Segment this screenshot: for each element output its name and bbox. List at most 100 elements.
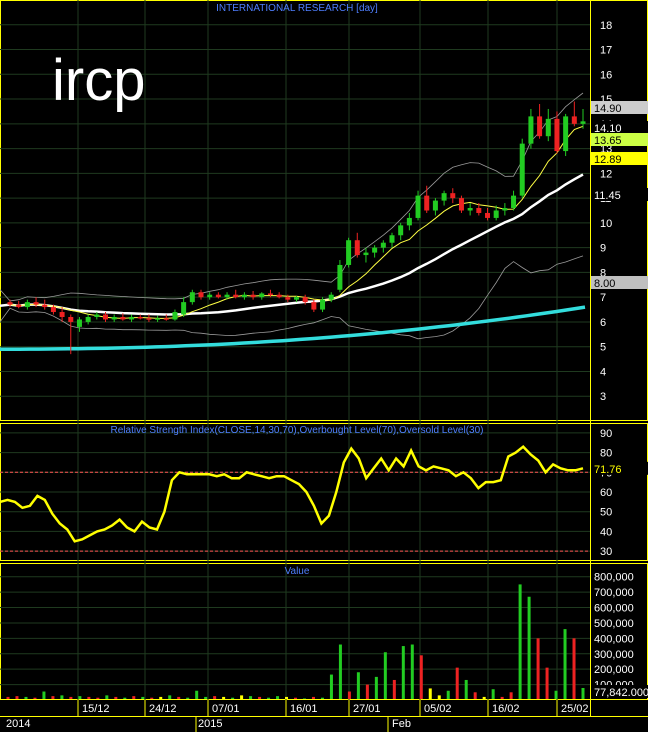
candle-body <box>424 195 430 211</box>
candle-body <box>415 195 421 218</box>
price-last-label: 14.90 <box>594 103 622 115</box>
value-bar <box>392 679 396 699</box>
value-tick-label: 600,000 <box>594 603 634 615</box>
candle-body <box>285 297 291 300</box>
candle-body <box>163 318 169 320</box>
value-bar <box>491 689 495 699</box>
value-bar <box>401 646 405 699</box>
value-bar <box>6 696 10 699</box>
value-bar <box>527 596 531 699</box>
price-last-label: 8.00 <box>594 278 615 290</box>
value-y-axis: 100,000200,000300,000400,000500,000600,0… <box>594 572 634 692</box>
rsi-tick-label: 80 <box>600 448 612 460</box>
price-tick-label: 16 <box>600 69 612 81</box>
value-bar <box>276 696 280 699</box>
candle-body <box>380 242 386 248</box>
candle-body <box>450 193 456 199</box>
value-bar <box>195 690 199 699</box>
value-bar <box>249 696 253 699</box>
candle-body <box>137 316 143 319</box>
candle-body <box>580 121 586 124</box>
value-bar <box>554 690 558 699</box>
rsi-series-line <box>0 445 584 543</box>
candle-body <box>458 198 464 211</box>
candle-body <box>485 212 490 218</box>
candle-body <box>545 118 551 137</box>
value-last-label-text: 77,842.000 <box>594 687 648 699</box>
candle-body <box>320 299 326 310</box>
value-bar <box>482 696 486 699</box>
candle-body <box>519 143 525 196</box>
candle-body <box>259 293 265 298</box>
candle-body <box>571 116 577 124</box>
rsi-y-axis: 30405060708090 <box>600 428 612 558</box>
value-last-label: 77,842.000 <box>591 685 648 699</box>
panel-border <box>0 563 648 700</box>
price-tick-label: 18 <box>600 20 612 32</box>
value-bars <box>6 584 585 699</box>
candle-body <box>302 297 308 303</box>
price-tick-label: 17 <box>600 45 612 57</box>
candle-body <box>103 314 108 320</box>
candle-body <box>537 116 543 137</box>
value-bar <box>267 697 271 699</box>
candle-body <box>467 208 473 211</box>
value-bar <box>42 691 46 699</box>
candle-body <box>432 200 438 211</box>
candle-body <box>476 208 482 213</box>
value-tick-label: 300,000 <box>594 649 634 661</box>
rsi-tick-label: 40 <box>600 526 612 538</box>
value-bar <box>177 696 181 699</box>
candle-body <box>215 294 221 298</box>
candle-body <box>59 312 65 317</box>
value-bar <box>572 638 576 699</box>
candle-body <box>372 247 378 253</box>
rsi-tick-label: 90 <box>600 428 612 440</box>
value-bar <box>500 696 504 699</box>
candle-body <box>554 118 560 152</box>
value-bar <box>302 698 306 699</box>
value-bar <box>545 667 549 699</box>
candlesticks <box>7 101 586 355</box>
value-bar <box>581 687 585 699</box>
value-bar <box>311 696 315 699</box>
candle-body <box>233 294 239 298</box>
value-bar <box>105 695 109 699</box>
value-bar <box>204 696 208 699</box>
value-bar <box>96 697 100 699</box>
x-date-label: 24/12 <box>149 703 177 715</box>
candle-body <box>129 316 135 320</box>
value-bar <box>347 691 351 699</box>
candle-body <box>155 318 161 320</box>
candle-body <box>311 302 317 310</box>
value-tick-label: 400,000 <box>594 633 634 645</box>
value-bar <box>419 655 423 699</box>
price-tick-label: 10 <box>600 218 612 230</box>
candle-body <box>50 307 56 313</box>
candle-body <box>346 240 352 265</box>
price-tick-label: 6 <box>600 317 606 329</box>
price-last-labels: 14.9014.1013.6512.8911.458.00 <box>591 101 648 290</box>
candle-body <box>398 225 404 236</box>
value-bar <box>374 676 378 699</box>
candle-body <box>172 312 178 320</box>
value-bar <box>356 672 360 699</box>
rsi-tick-label: 50 <box>600 507 612 519</box>
moving-average-short <box>9 125 584 319</box>
x-date-label: 15/12 <box>82 703 110 715</box>
value-bar <box>213 696 217 699</box>
price-tick-label: 5 <box>600 342 606 354</box>
x-date-label: 25/02 <box>561 703 589 715</box>
candle-body <box>120 316 126 320</box>
value-bar <box>294 697 297 699</box>
candle-body <box>389 235 395 243</box>
candle-body <box>111 316 117 320</box>
value-bar <box>563 629 567 699</box>
value-bar <box>437 695 441 699</box>
candle-body <box>24 302 30 308</box>
rsi-tick-label: 60 <box>600 487 612 499</box>
value-bar <box>222 696 226 699</box>
value-bar <box>240 695 244 699</box>
value-bar <box>60 695 64 699</box>
candle-body <box>337 264 343 290</box>
